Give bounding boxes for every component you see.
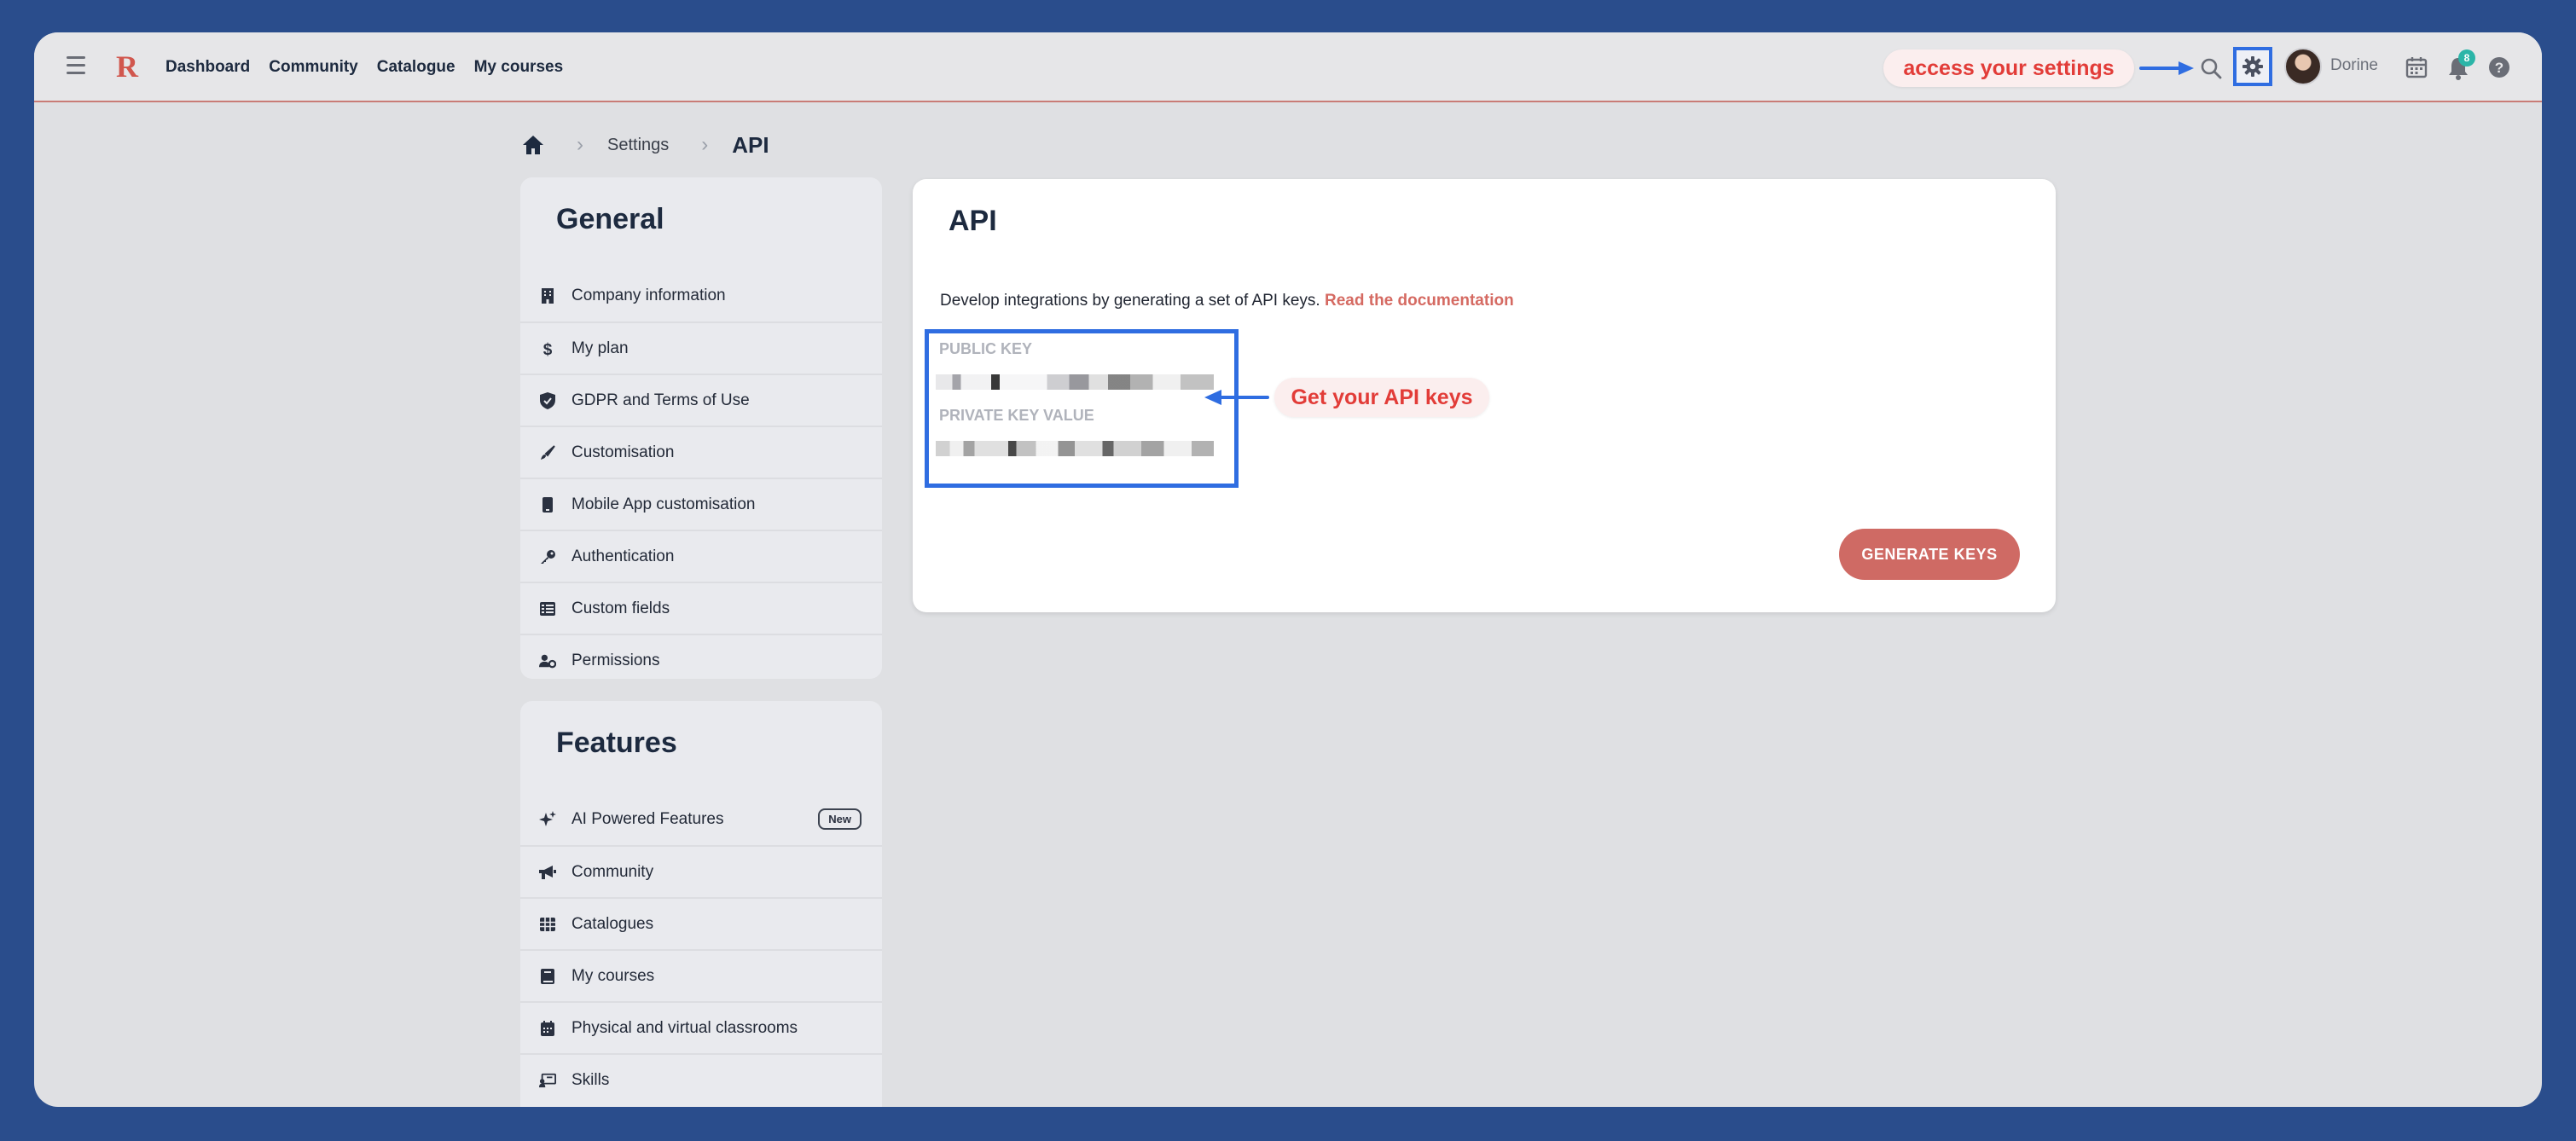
breadcrumb-current: API: [732, 131, 769, 158]
settings-callout: access your settings: [1883, 49, 2134, 87]
hamburger-menu-icon[interactable]: [67, 56, 85, 77]
nav-dashboard[interactable]: Dashboard: [165, 58, 250, 77]
svg-text:?: ?: [2495, 60, 2503, 76]
user-name[interactable]: Dorine: [2330, 56, 2378, 75]
gear-icon: [2242, 56, 2263, 77]
skills-icon: [539, 1072, 556, 1089]
settings-button[interactable]: [2233, 47, 2272, 86]
sidebar-item-classrooms[interactable]: Physical and virtual classrooms: [520, 1001, 882, 1053]
calendar-icon: [539, 1020, 556, 1037]
brush-icon: [539, 444, 556, 461]
top-bar: R Dashboard Community Catalogue My cours…: [34, 32, 2542, 102]
sidebar-item-my-courses[interactable]: My courses: [520, 949, 882, 1001]
general-settings-panel: General Company information $ My plan GD…: [520, 177, 882, 679]
key-icon: [539, 548, 556, 565]
sidebar-item-community[interactable]: Community: [520, 845, 882, 897]
list-icon: [539, 600, 556, 617]
arrow-left-icon: [1204, 390, 1269, 405]
sidebar-item-label: Physical and virtual classrooms: [571, 1018, 798, 1037]
book-icon: [539, 968, 556, 985]
sidebar-item-label: Authentication: [571, 547, 675, 565]
private-key-label: PRIVATE KEY VALUE: [939, 407, 1094, 424]
sidebar-item-label: Custom fields: [571, 599, 670, 617]
sidebar-item-authentication[interactable]: Authentication: [520, 530, 882, 582]
shield-icon: [539, 391, 556, 409]
features-title: Features: [556, 727, 677, 759]
home-icon[interactable]: [522, 135, 544, 155]
sidebar-item-my-plan[interactable]: $ My plan: [520, 321, 882, 374]
sidebar-item-label: Permissions: [571, 651, 660, 669]
arrow-right-icon: [2139, 61, 2194, 75]
sidebar-item-label: My plan: [571, 339, 629, 357]
private-key-value[interactable]: [936, 441, 1214, 456]
sidebar-item-label: Mobile App customisation: [571, 495, 756, 513]
nav-catalogue[interactable]: Catalogue: [377, 58, 455, 77]
public-key-label: PUBLIC KEY: [939, 340, 1033, 357]
user-gear-icon: [539, 652, 556, 669]
sidebar-item-customisation[interactable]: Customisation: [520, 426, 882, 478]
api-title: API: [949, 205, 997, 237]
nav-community[interactable]: Community: [269, 58, 358, 77]
breadcrumb-separator: ›: [577, 133, 583, 156]
search-icon[interactable]: [2199, 56, 2223, 80]
main-nav: Dashboard Community Catalogue My courses: [165, 32, 563, 102]
help-icon[interactable]: ?: [2487, 55, 2511, 79]
sidebar-item-label: My courses: [571, 966, 655, 985]
api-keys-box: PUBLIC KEY PRIVATE KEY VALUE: [925, 329, 1239, 488]
documentation-link[interactable]: Read the documentation: [1325, 292, 1514, 310]
sparkles-icon: [539, 810, 556, 828]
sidebar-item-mobile-app[interactable]: Mobile App customisation: [520, 478, 882, 530]
user-avatar[interactable]: [2284, 48, 2322, 85]
svg-text:$: $: [543, 341, 553, 357]
sidebar-item-label: Company information: [571, 286, 726, 304]
sidebar-item-label: Catalogues: [571, 914, 654, 933]
app-window: R Dashboard Community Catalogue My cours…: [34, 32, 2542, 1107]
dollar-icon: $: [539, 340, 556, 357]
sidebar-item-permissions[interactable]: Permissions: [520, 634, 882, 679]
sidebar-item-label: AI Powered Features: [571, 809, 724, 828]
megaphone-icon: [539, 864, 556, 881]
api-intro-text: Develop integrations by generating a set…: [940, 292, 1325, 310]
api-intro: Develop integrations by generating a set…: [940, 292, 1514, 310]
api-keys-callout: Get your API keys: [1274, 378, 1489, 417]
nav-my-courses[interactable]: My courses: [474, 58, 564, 77]
sidebar-item-gdpr[interactable]: GDPR and Terms of Use: [520, 374, 882, 426]
generate-keys-button[interactable]: GENERATE KEYS: [1839, 529, 2020, 580]
breadcrumb: › Settings › API: [522, 125, 769, 165]
building-icon: [539, 287, 556, 304]
sidebar-item-company-information[interactable]: Company information: [520, 269, 882, 321]
general-title: General: [556, 203, 664, 235]
sidebar-item-label: Community: [571, 862, 654, 881]
sidebar-item-label: GDPR and Terms of Use: [571, 391, 750, 409]
sidebar-item-ai-features[interactable]: AI Powered Features New: [520, 793, 882, 845]
mobile-icon: [539, 496, 556, 513]
sidebar-item-custom-fields[interactable]: Custom fields: [520, 582, 882, 634]
sidebar-item-label: Customisation: [571, 443, 675, 461]
calendar-icon[interactable]: [2405, 56, 2428, 78]
breadcrumb-separator: ›: [701, 133, 709, 156]
brand-logo[interactable]: R: [116, 48, 138, 85]
sidebar-item-label: Skills: [571, 1070, 610, 1089]
sidebar-item-catalogues[interactable]: Catalogues: [520, 897, 882, 949]
notification-badge: 8: [2458, 49, 2475, 67]
breadcrumb-settings[interactable]: Settings: [607, 136, 669, 155]
new-badge: New: [818, 808, 862, 830]
public-key-value[interactable]: [936, 374, 1214, 390]
features-settings-panel: Features AI Powered Features New Communi…: [520, 701, 882, 1107]
grid-icon: [539, 916, 556, 933]
sidebar-item-skills[interactable]: Skills: [520, 1053, 882, 1105]
